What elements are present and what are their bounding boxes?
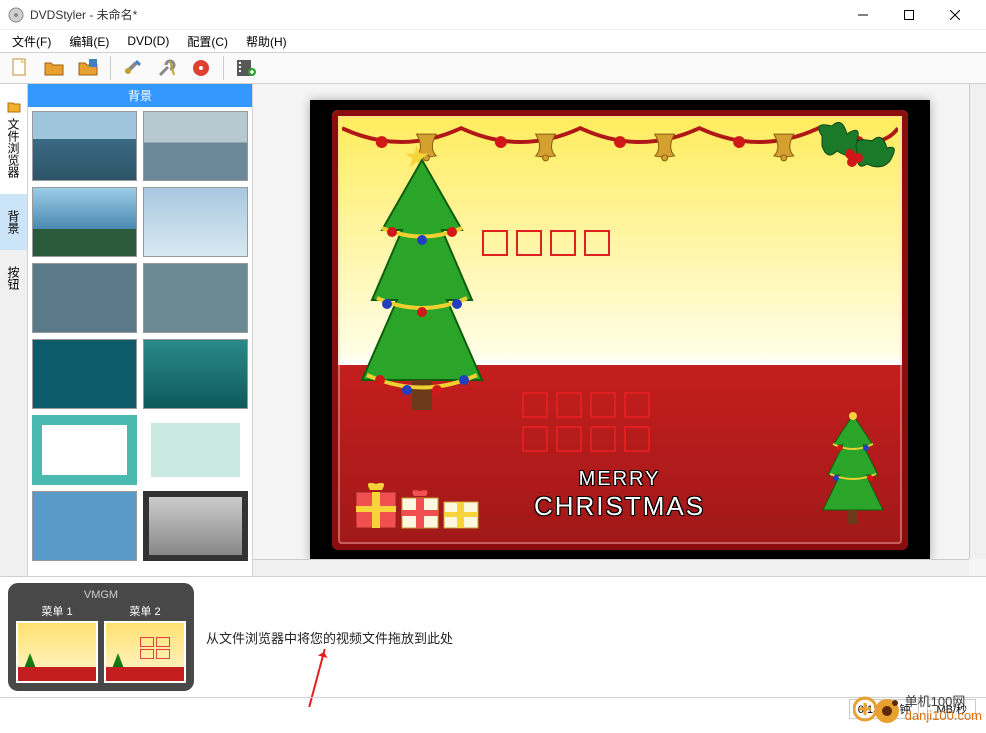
timeline-panel: VMGM 菜单 1 菜单 2 从文件浏览器中将您的视频文件拖放到此处	[0, 577, 986, 697]
background-thumb[interactable]	[32, 263, 137, 333]
settings-button[interactable]	[119, 54, 147, 82]
background-scroll[interactable]	[28, 107, 252, 576]
watermark-icon	[853, 693, 901, 725]
background-thumb[interactable]	[143, 263, 248, 333]
menu-thumb-2[interactable]: 菜单 2	[104, 603, 186, 683]
menu-preview-canvas[interactable]: ★	[310, 100, 930, 560]
menu-thumb-label: 菜单 2	[104, 603, 186, 619]
watermark-logo: 单机100网 danji100.com	[853, 693, 982, 725]
toolbar-separator	[223, 56, 224, 80]
background-thumb[interactable]	[143, 491, 248, 561]
close-button[interactable]	[932, 0, 978, 30]
holly-decoration	[802, 116, 902, 196]
burn-button[interactable]	[187, 54, 215, 82]
side-tabs: 文件浏览器 背景 按钮	[0, 84, 28, 576]
background-thumb[interactable]	[32, 187, 137, 257]
tab-file-browser[interactable]: 文件浏览器	[0, 84, 27, 194]
christmas-tree-small	[818, 410, 888, 530]
menu-dvd[interactable]: DVD(D)	[121, 32, 175, 50]
titlebar: DVDStyler - 未命名*	[0, 0, 986, 30]
background-thumb[interactable]	[143, 111, 248, 181]
vmgm-container: VMGM 菜单 1 菜单 2	[8, 583, 194, 691]
toolbar	[0, 52, 986, 84]
folder-icon	[7, 100, 21, 114]
background-thumb[interactable]	[143, 339, 248, 409]
menu-edit[interactable]: 编辑(E)	[63, 31, 115, 52]
background-thumb[interactable]	[32, 111, 137, 181]
menu-placeholder-row[interactable]	[522, 426, 650, 452]
menu-file[interactable]: 文件(F)	[6, 31, 57, 52]
menubar: 文件(F) 编辑(E) DVD(D) 配置(C) 帮助(H)	[0, 30, 986, 52]
background-thumb[interactable]	[32, 339, 137, 409]
menu-placeholder-row[interactable]	[482, 230, 610, 256]
menu-help[interactable]: 帮助(H)	[240, 31, 293, 52]
preview-scrollbar-vertical[interactable]	[969, 84, 986, 559]
toolbar-separator	[110, 56, 111, 80]
menu-thumb-label: 菜单 1	[16, 603, 98, 619]
tools-button[interactable]	[153, 54, 181, 82]
minimize-button[interactable]	[840, 0, 886, 30]
main-area: 文件浏览器 背景 按钮 背景	[0, 84, 986, 577]
app-icon	[8, 7, 24, 23]
new-button[interactable]	[6, 54, 34, 82]
tab-buttons-label: 按钮	[5, 266, 22, 290]
tab-file-browser-label: 文件浏览器	[5, 118, 22, 178]
maximize-button[interactable]	[886, 0, 932, 30]
christmas-tree-large	[352, 150, 492, 460]
vmgm-label: VMGM	[16, 589, 186, 601]
open-button[interactable]	[40, 54, 68, 82]
gift-boxes	[352, 472, 482, 532]
drop-hint-text: 从文件浏览器中将您的视频文件拖放到此处	[206, 628, 453, 647]
menu-placeholder-row[interactable]	[522, 392, 650, 418]
watermark-text-2: danji100.com	[905, 709, 982, 723]
save-button[interactable]	[74, 54, 102, 82]
background-thumb[interactable]	[32, 415, 137, 485]
background-thumb[interactable]	[32, 491, 137, 561]
add-video-button[interactable]	[232, 54, 260, 82]
background-panel-header: 背景	[28, 84, 252, 107]
background-thumb[interactable]	[143, 187, 248, 257]
statusbar: 0/136 分钟 MB/秒	[0, 697, 986, 719]
preview-panel: ★	[253, 84, 986, 576]
window-title: DVDStyler - 未命名*	[30, 6, 840, 23]
background-thumb[interactable]	[143, 415, 248, 485]
tab-background-label: 背景	[5, 210, 22, 234]
tab-background[interactable]: 背景	[0, 194, 27, 250]
preview-scrollbar-horizontal[interactable]	[253, 559, 969, 576]
merry-christmas-text: MERRY CHRISTMAS	[534, 468, 705, 522]
background-panel: 背景	[28, 84, 253, 576]
watermark-text-1: 单机100网	[905, 695, 982, 709]
tab-buttons[interactable]: 按钮	[0, 250, 27, 306]
menu-thumb-1[interactable]: 菜单 1	[16, 603, 98, 683]
menu-config[interactable]: 配置(C)	[181, 31, 234, 52]
